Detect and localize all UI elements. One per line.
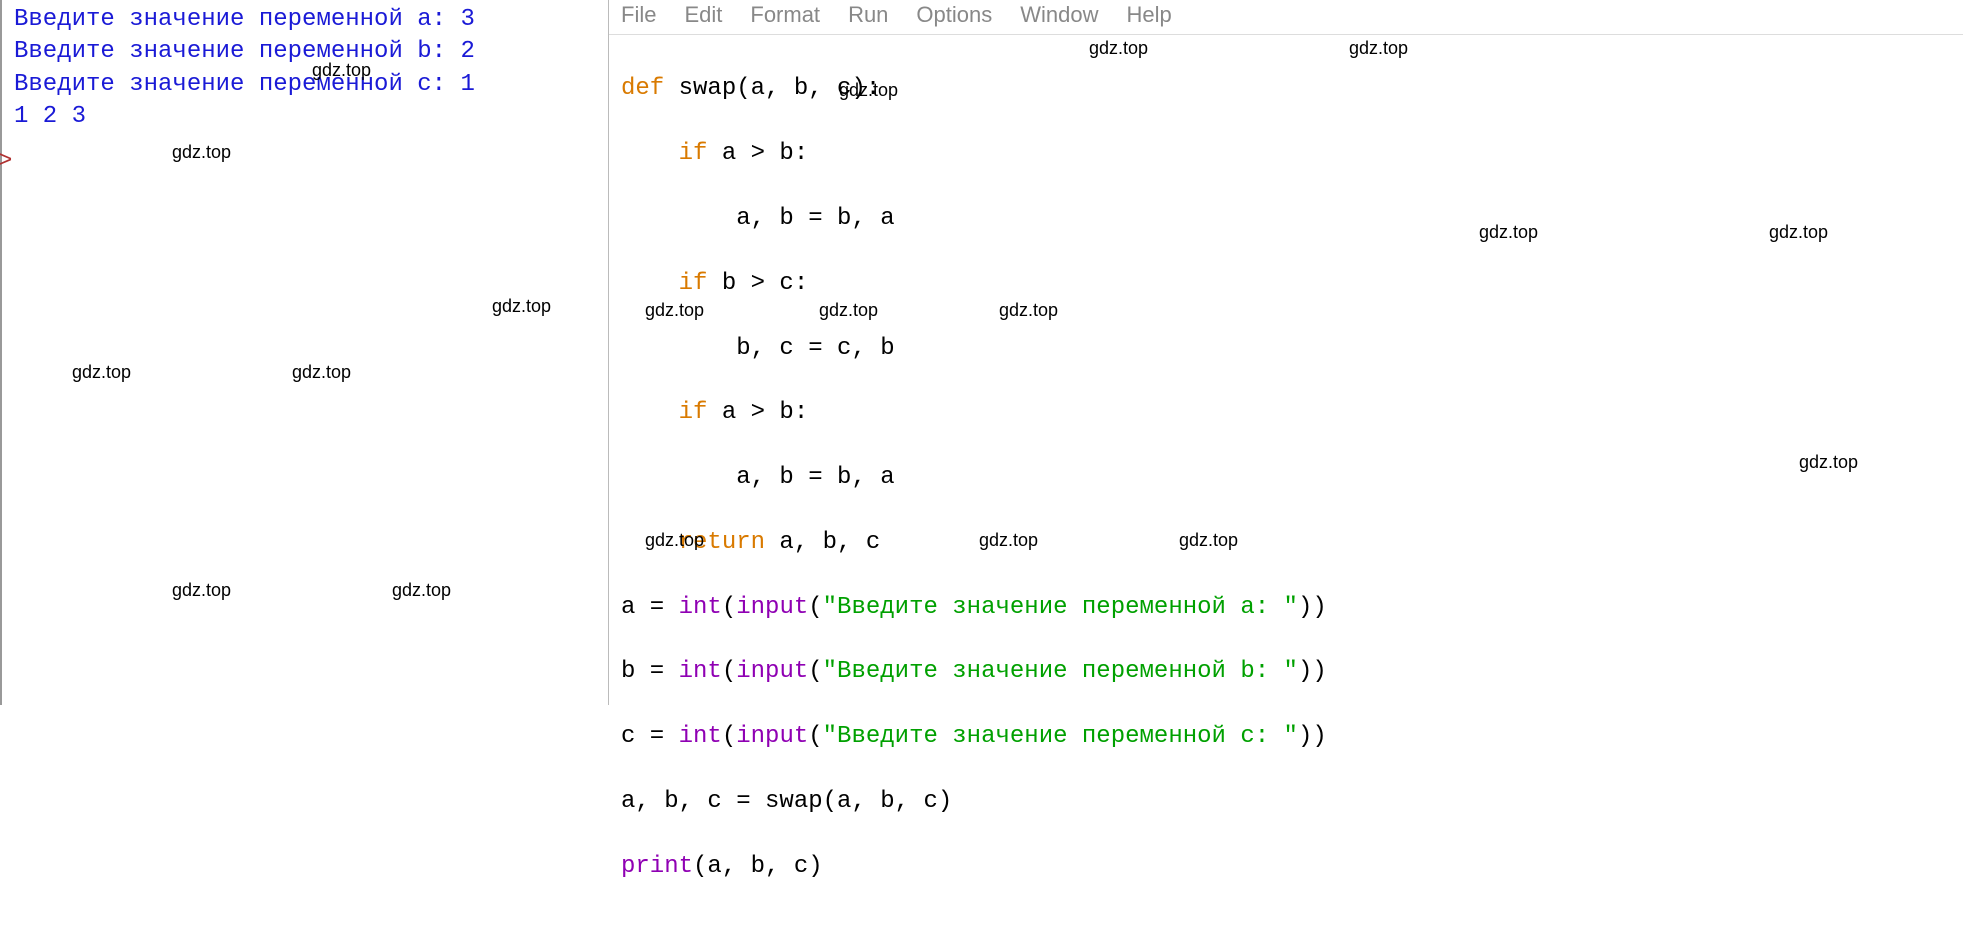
menu-format[interactable]: Format — [750, 2, 820, 28]
menu-help[interactable]: Help — [1127, 2, 1172, 28]
code-line: if b > c: — [621, 268, 1951, 300]
menu-run[interactable]: Run — [848, 2, 888, 28]
menu-window[interactable]: Window — [1020, 2, 1098, 28]
code-line: a, b, c = swap(a, b, c) — [621, 786, 1951, 818]
watermark: gdz.top — [392, 580, 451, 601]
code-line: c = int(input("Введите значение переменн… — [621, 721, 1951, 753]
menubar: File Edit Format Run Options Window Help — [609, 0, 1963, 35]
menu-options[interactable]: Options — [916, 2, 992, 28]
shell-line: 1 2 3 — [14, 101, 608, 133]
watermark: gdz.top — [72, 362, 131, 383]
code-line: print(a, b, c) — [621, 851, 1951, 883]
menu-file[interactable]: File — [621, 2, 656, 28]
shell-line: Введите значение переменной c: 1 — [14, 69, 608, 101]
code-line: return a, b, c — [621, 527, 1951, 559]
code-line: b, c = c, b — [621, 333, 1951, 365]
shell-line: Введите значение переменной a: 3 — [14, 4, 608, 36]
code-line: b = int(input("Введите значение переменн… — [621, 656, 1951, 688]
code-line: a = int(input("Введите значение переменн… — [621, 592, 1951, 624]
watermark: gdz.top — [492, 296, 551, 317]
code-line: if a > b: — [621, 397, 1951, 429]
code-line: if a > b: — [621, 138, 1951, 170]
editor-pane: File Edit Format Run Options Window Help… — [608, 0, 1963, 705]
prompt-icon: > — [0, 148, 12, 175]
shell-line: Введите значение переменной b: 2 — [14, 36, 608, 68]
menu-edit[interactable]: Edit — [684, 2, 722, 28]
watermark: gdz.top — [172, 142, 231, 163]
code-editor[interactable]: def swap(a, b, c): if a > b: a, b = b, a… — [609, 35, 1963, 948]
shell-pane: Введите значение переменной a: 3 Введите… — [0, 0, 608, 705]
code-line: a, b = b, a — [621, 462, 1951, 494]
watermark: gdz.top — [292, 362, 351, 383]
code-line: def swap(a, b, c): — [621, 73, 1951, 105]
watermark: gdz.top — [172, 580, 231, 601]
code-line: a, b = b, a — [621, 203, 1951, 235]
